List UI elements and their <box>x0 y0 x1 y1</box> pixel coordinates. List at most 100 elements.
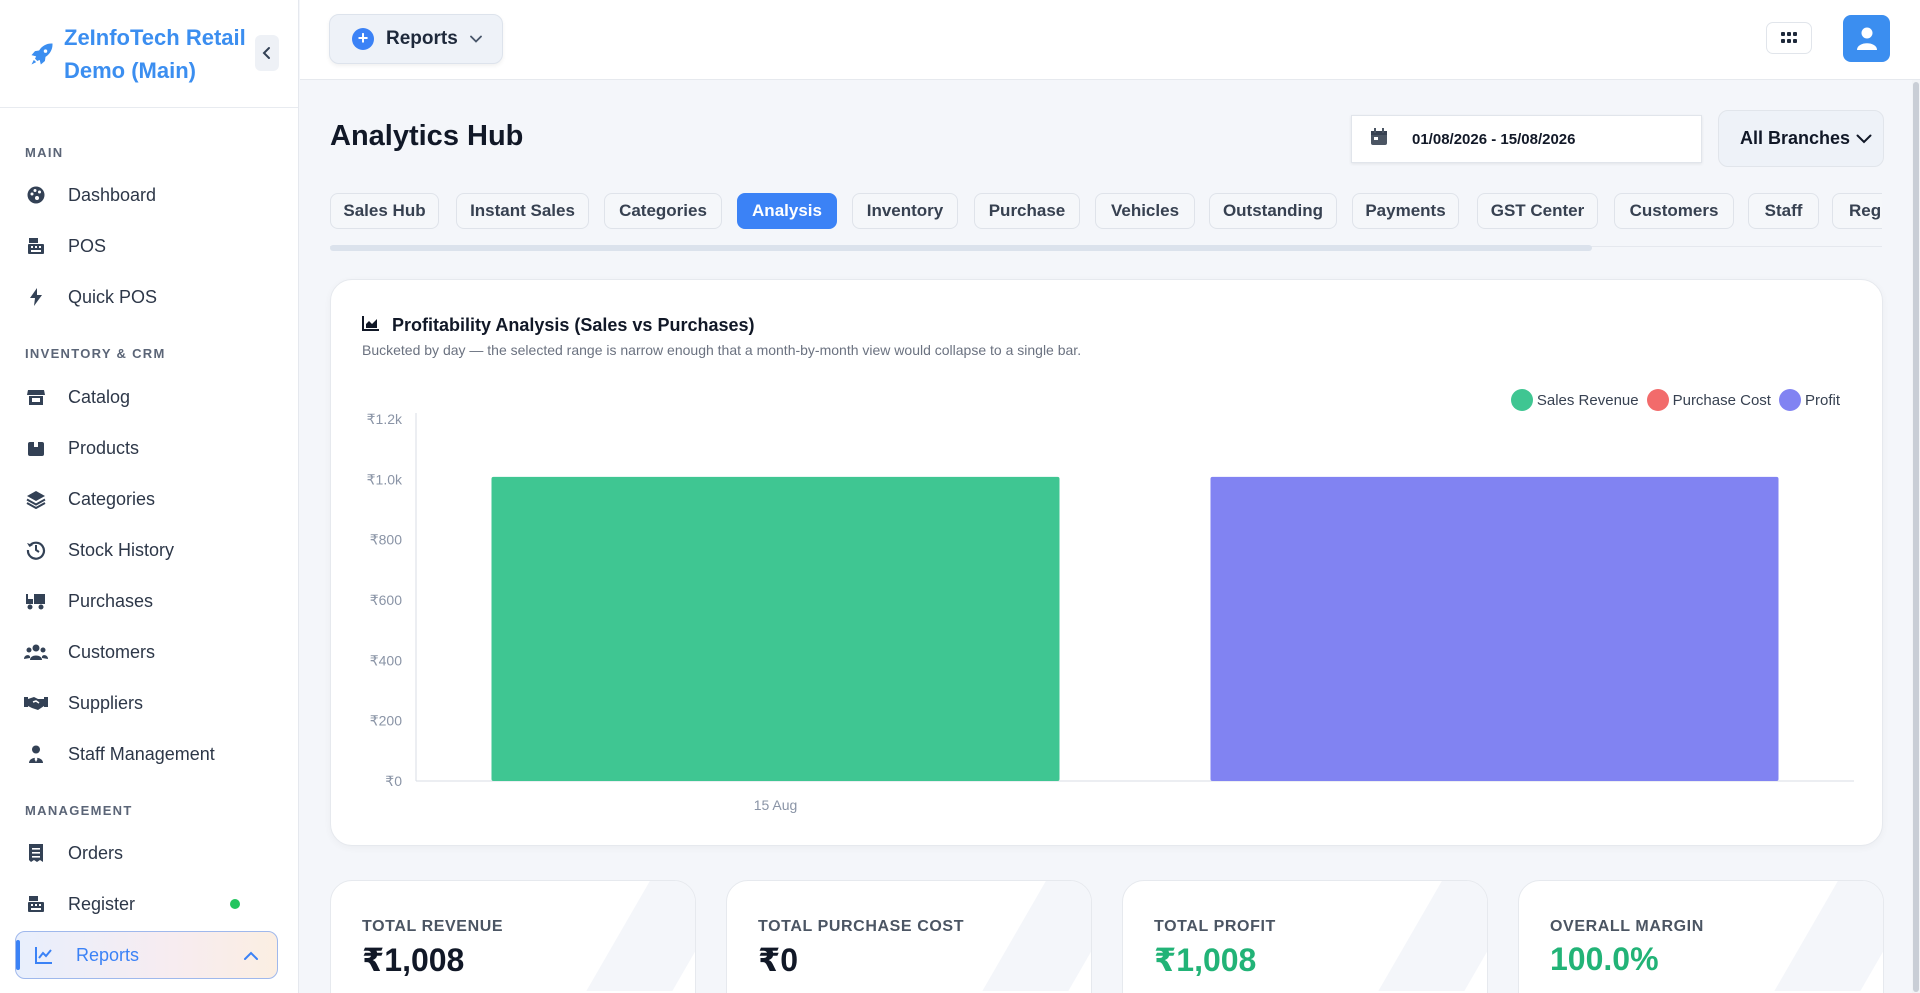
box-icon <box>24 436 48 460</box>
stat-label: TOTAL REVENUE <box>362 918 504 935</box>
chevron-left-icon <box>262 47 270 59</box>
bar-profit <box>1210 476 1779 781</box>
branch-select[interactable]: All Branches <box>1718 110 1884 167</box>
tab-sales-hub[interactable]: Sales Hub <box>330 193 439 229</box>
stat-card-overall-margin: OVERALL MARGIN 100.0% <box>1518 880 1884 993</box>
stat-label: OVERALL MARGIN <box>1550 918 1704 935</box>
rocket-icon <box>28 40 56 68</box>
stat-value: ₹1,008 <box>1154 942 1257 978</box>
stat-value: 100.0% <box>1550 941 1659 977</box>
page-scrollbar[interactable] <box>1913 82 1919 992</box>
sidebar-item-label: Stock History <box>68 539 175 560</box>
sidebar-item-register[interactable]: Register <box>24 884 274 924</box>
apps-grid-button[interactable] <box>1766 22 1812 54</box>
sidebar-item-suppliers[interactable]: Suppliers <box>24 683 274 723</box>
sidebar-item-label: Staff Management <box>68 743 215 764</box>
handshake-icon <box>24 691 48 715</box>
bar-sales-revenue <box>491 476 1060 781</box>
sidebar-item-reports[interactable]: Reports <box>15 931 278 979</box>
y-tick-label: ₹1.2k <box>367 411 403 427</box>
calendar-icon <box>1370 128 1388 150</box>
history-icon <box>24 538 48 562</box>
layers-icon <box>24 487 48 511</box>
report-tabs: Sales Hub Instant Sales Categories Analy… <box>330 193 1882 251</box>
sidebar-item-purchases[interactable]: Purchases <box>24 581 274 621</box>
sidebar-item-categories[interactable]: Categories <box>24 479 274 519</box>
sidebar-item-label: POS <box>68 235 107 256</box>
tab-vehicles[interactable]: Vehicles <box>1095 193 1195 229</box>
chevron-down-icon <box>469 35 482 43</box>
y-tick-label: ₹1.0k <box>367 471 403 487</box>
tab-payments[interactable]: Payments <box>1352 193 1459 229</box>
cash-register-icon <box>24 892 48 916</box>
store-icon <box>24 385 48 409</box>
users-icon <box>24 640 48 664</box>
sidebar-item-label: Categories <box>68 488 156 509</box>
sidebar-item-orders[interactable]: Orders <box>24 833 274 873</box>
tab-categories[interactable]: Categories <box>604 193 722 229</box>
cash-register-icon <box>24 234 48 258</box>
y-tick-label: ₹0 <box>385 773 402 789</box>
card-decoration <box>586 881 695 991</box>
online-status-dot <box>230 899 240 909</box>
tab-purchase[interactable]: Purchase <box>974 193 1080 229</box>
y-tick-label: ₹200 <box>370 713 402 729</box>
sidebar-item-catalog[interactable]: Catalog <box>24 377 274 417</box>
stat-value: ₹1,008 <box>362 942 465 978</box>
brand-name: ZeInfoTech Retail Demo (Main) <box>64 24 246 83</box>
receipt-icon <box>24 841 48 865</box>
sidebar: ZeInfoTech Retail Demo (Main) MAIN Dashb… <box>0 0 299 993</box>
branch-select-value: All Branches <box>1740 128 1851 148</box>
stat-card-total-purchase-cost: TOTAL PURCHASE COST ₹0 <box>726 880 1092 993</box>
tab-gst-center[interactable]: GST Center <box>1477 193 1598 229</box>
topbar: + Reports <box>300 0 1920 80</box>
sidebar-item-label: Suppliers <box>68 692 144 713</box>
reports-dropdown-button[interactable]: + Reports <box>329 14 503 64</box>
x-tick-label: 15 Aug <box>754 797 798 813</box>
sidebar-item-label: Purchases <box>68 590 154 611</box>
page-title: Analytics Hub <box>330 120 524 152</box>
profitability-chart: ₹0 ₹200 ₹400 ₹600 ₹800 ₹1.0k ₹1.2k 15 Aug <box>367 411 1854 813</box>
chevron-down-icon <box>1856 128 1872 149</box>
tab-customers[interactable]: Customers <box>1614 193 1734 229</box>
section-label-main: MAIN <box>25 145 64 160</box>
user-profile-button[interactable] <box>1843 15 1890 62</box>
active-indicator <box>16 940 20 970</box>
tab-outstanding[interactable]: Outstanding <box>1209 193 1337 229</box>
card-decoration <box>1378 881 1487 991</box>
y-tick-label: ₹400 <box>370 652 402 668</box>
y-tick-label: ₹800 <box>370 532 402 548</box>
sidebar-item-label: Quick POS <box>68 286 158 307</box>
tabs-scrollbar[interactable] <box>330 245 1592 251</box>
tab-analysis[interactable]: Analysis <box>737 193 837 229</box>
sidebar-item-products[interactable]: Products <box>24 428 274 468</box>
sidebar-item-label: Products <box>68 437 140 458</box>
user-icon <box>1856 27 1877 50</box>
sidebar-item-pos[interactable]: POS <box>24 226 274 266</box>
y-tick-label: ₹600 <box>370 592 402 608</box>
collapse-sidebar-button[interactable] <box>255 35 279 71</box>
user-tie-icon <box>24 742 48 766</box>
plus-circle-icon: + <box>352 28 374 50</box>
tab-register[interactable]: Regi <box>1832 193 1882 229</box>
tab-instant-sales[interactable]: Instant Sales <box>456 193 589 229</box>
sidebar-item-label: Customers <box>68 641 156 662</box>
chart-line-icon <box>32 943 56 967</box>
card-decoration <box>982 881 1091 991</box>
profitability-chart-card: Profitability Analysis (Sales vs Purchas… <box>330 279 1883 846</box>
sidebar-item-quick-pos[interactable]: Quick POS <box>24 277 274 317</box>
sidebar-item-dashboard[interactable]: Dashboard <box>24 175 274 215</box>
stat-label: TOTAL PROFIT <box>1154 918 1276 935</box>
bolt-icon <box>24 285 48 309</box>
tab-inventory[interactable]: Inventory <box>852 193 958 229</box>
tab-staff[interactable]: Staff <box>1748 193 1819 229</box>
section-label-management: MANAGEMENT <box>25 803 133 818</box>
sidebar-item-customers[interactable]: Customers <box>24 632 274 672</box>
sidebar-item-stock-history[interactable]: Stock History <box>24 530 274 570</box>
section-label-inventory-crm: INVENTORY & CRM <box>25 346 166 361</box>
sidebar-item-label: Register <box>68 893 136 914</box>
sidebar-item-staff-management[interactable]: Staff Management <box>24 734 274 774</box>
date-range-picker[interactable]: 01/08/2026 - 15/08/2026 <box>1351 115 1702 163</box>
truck-icon <box>24 589 48 613</box>
card-decoration <box>1774 881 1883 991</box>
